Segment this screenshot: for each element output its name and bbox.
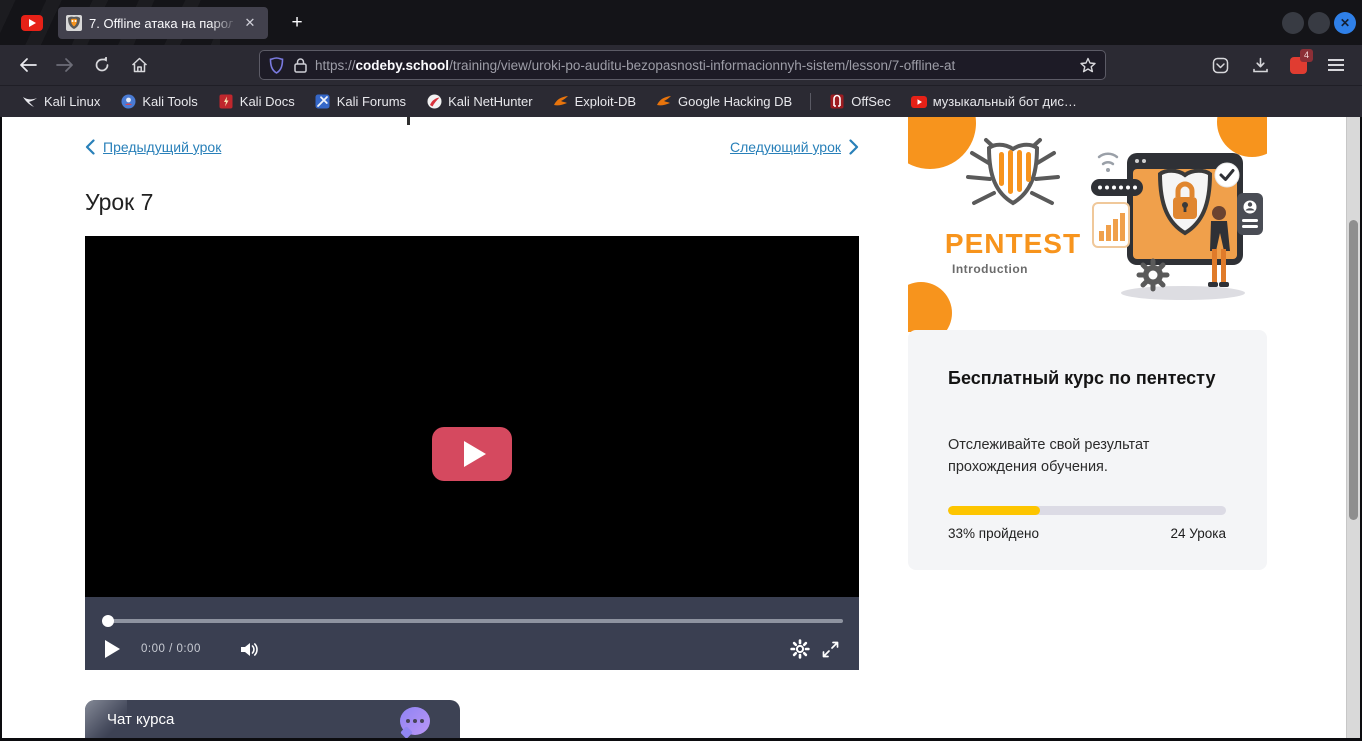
url-text-fade bbox=[1033, 52, 1079, 79]
lesson-main-column: Предыдущий урок Следующий урок Урок 7 bbox=[85, 117, 859, 738]
downloads-icon[interactable] bbox=[1244, 50, 1276, 80]
bookmarks-bar: Kali Linux Kali Tools Kali Docs Kali For… bbox=[0, 85, 1362, 117]
video-player: 0:00 / 0:00 bbox=[85, 236, 859, 670]
volume-icon[interactable] bbox=[239, 641, 259, 658]
browser-window: 7. Offline атака на пароли ✕ + ✕ bbox=[0, 0, 1362, 741]
kali-docs-icon bbox=[218, 94, 234, 110]
extension-badge: 4 bbox=[1300, 49, 1313, 62]
video-controls: 0:00 / 0:00 bbox=[85, 597, 859, 670]
lock-icon[interactable] bbox=[294, 58, 307, 73]
pinned-tab-youtube[interactable] bbox=[10, 11, 54, 35]
security-illustration bbox=[1091, 135, 1263, 305]
pocket-icon[interactable] bbox=[1204, 50, 1236, 80]
course-banner[interactable]: PENTEST Introduction bbox=[908, 117, 1267, 332]
spider-shield-logo bbox=[958, 135, 1068, 219]
url-text: https://codeby.school/training/view/urok… bbox=[315, 58, 1080, 73]
youtube-icon bbox=[21, 15, 43, 31]
banner-title: PENTEST bbox=[928, 228, 1098, 260]
play-button[interactable] bbox=[99, 636, 125, 662]
progress-card-title: Бесплатный курс по пентесту bbox=[948, 366, 1228, 391]
youtube-icon bbox=[911, 94, 927, 110]
navigation-toolbar: https://codeby.school/training/view/urok… bbox=[0, 45, 1362, 85]
kali-forums-icon bbox=[315, 94, 331, 110]
exploit-db-bird-icon bbox=[553, 94, 569, 110]
bookmark-kali-forums[interactable]: Kali Forums bbox=[307, 91, 414, 113]
video-screen[interactable] bbox=[85, 236, 859, 597]
tab-bar: 7. Offline атака на пароли ✕ + ✕ bbox=[0, 0, 1362, 45]
bookmark-exploit-db[interactable]: Exploit-DB bbox=[545, 91, 644, 113]
next-lesson-link[interactable]: Следующий урок bbox=[730, 139, 859, 155]
fullscreen-icon[interactable] bbox=[815, 634, 845, 664]
bookmark-kali-nethunter[interactable]: Kali NetHunter bbox=[418, 91, 541, 113]
page-title: Урок 7 bbox=[85, 189, 153, 216]
progress-bar bbox=[948, 506, 1226, 515]
bookmarks-separator bbox=[810, 93, 811, 110]
back-button[interactable] bbox=[12, 50, 44, 80]
course-progress-card: Бесплатный курс по пентесту Отслеживайте… bbox=[908, 330, 1267, 570]
forward-button[interactable] bbox=[49, 50, 81, 80]
close-button[interactable]: ✕ bbox=[1334, 12, 1356, 34]
menu-button[interactable] bbox=[1320, 50, 1352, 80]
reload-icon[interactable] bbox=[86, 50, 118, 80]
chat-title: Чат курса bbox=[107, 711, 174, 728]
kali-dragon-icon bbox=[22, 94, 38, 110]
chat-bubble-icon[interactable] bbox=[400, 707, 430, 735]
progress-percent-label: 33% пройдено bbox=[948, 526, 1039, 541]
tab-title-fade bbox=[210, 14, 244, 39]
extension-button[interactable]: 4 bbox=[1284, 51, 1312, 79]
bookmark-kali-docs[interactable]: Kali Docs bbox=[210, 91, 303, 113]
sidebar: PENTEST Introduction bbox=[908, 117, 1267, 738]
minimize-button[interactable] bbox=[1282, 12, 1304, 34]
new-tab-button[interactable]: + bbox=[284, 10, 310, 36]
progress-bar-fill bbox=[948, 506, 1040, 515]
kali-nethunter-icon bbox=[426, 94, 442, 110]
banner-ornament bbox=[908, 282, 952, 332]
progress-card-description: Отслеживайте свой результат прохождения … bbox=[948, 434, 1238, 478]
seek-bar[interactable] bbox=[103, 619, 843, 623]
site-favicon-icon bbox=[66, 15, 82, 31]
hamburger-icon bbox=[1328, 59, 1344, 71]
chevron-left-icon bbox=[85, 139, 95, 155]
bookmark-star-icon[interactable] bbox=[1080, 57, 1096, 73]
kali-tools-icon bbox=[120, 94, 136, 110]
active-tab[interactable]: 7. Offline атака на пароли ✕ bbox=[58, 7, 268, 39]
tracking-shield-icon[interactable] bbox=[269, 57, 284, 74]
time-display: 0:00 / 0:00 bbox=[141, 643, 201, 655]
lessons-count-label: 24 Урока bbox=[1171, 526, 1226, 541]
offsec-icon bbox=[829, 94, 845, 110]
lesson-navigation: Предыдущий урок Следующий урок bbox=[85, 139, 859, 159]
banner-subtitle: Introduction bbox=[952, 262, 1098, 276]
bookmark-kali-tools[interactable]: Kali Tools bbox=[112, 91, 205, 113]
scrollbar-thumb[interactable] bbox=[1349, 220, 1358, 520]
seek-handle[interactable] bbox=[102, 615, 114, 627]
bookmark-offsec[interactable]: OffSec bbox=[821, 91, 899, 113]
settings-gear-icon[interactable] bbox=[785, 634, 815, 664]
tab-close-icon[interactable]: ✕ bbox=[240, 13, 260, 33]
course-chat-widget[interactable]: Чат курса bbox=[85, 700, 460, 738]
maximize-button[interactable] bbox=[1308, 12, 1330, 34]
bookmark-google-hacking-db[interactable]: Google Hacking DB bbox=[648, 91, 800, 113]
url-bar[interactable]: https://codeby.school/training/view/urok… bbox=[259, 50, 1106, 80]
page-scrollbar[interactable] bbox=[1346, 117, 1360, 738]
page-content: Предыдущий урок Следующий урок Урок 7 bbox=[2, 117, 1360, 738]
bookmark-kali-linux[interactable]: Kali Linux bbox=[14, 91, 108, 113]
previous-lesson-link[interactable]: Предыдущий урок bbox=[85, 139, 221, 155]
bookmark-music-bot[interactable]: музыкальный бот дис… bbox=[903, 91, 1085, 113]
pentest-brand: PENTEST Introduction bbox=[928, 135, 1098, 276]
big-play-button[interactable] bbox=[432, 427, 512, 481]
home-button[interactable] bbox=[123, 50, 155, 80]
chevron-right-icon bbox=[849, 139, 859, 155]
ghdb-bird-icon bbox=[656, 94, 672, 110]
